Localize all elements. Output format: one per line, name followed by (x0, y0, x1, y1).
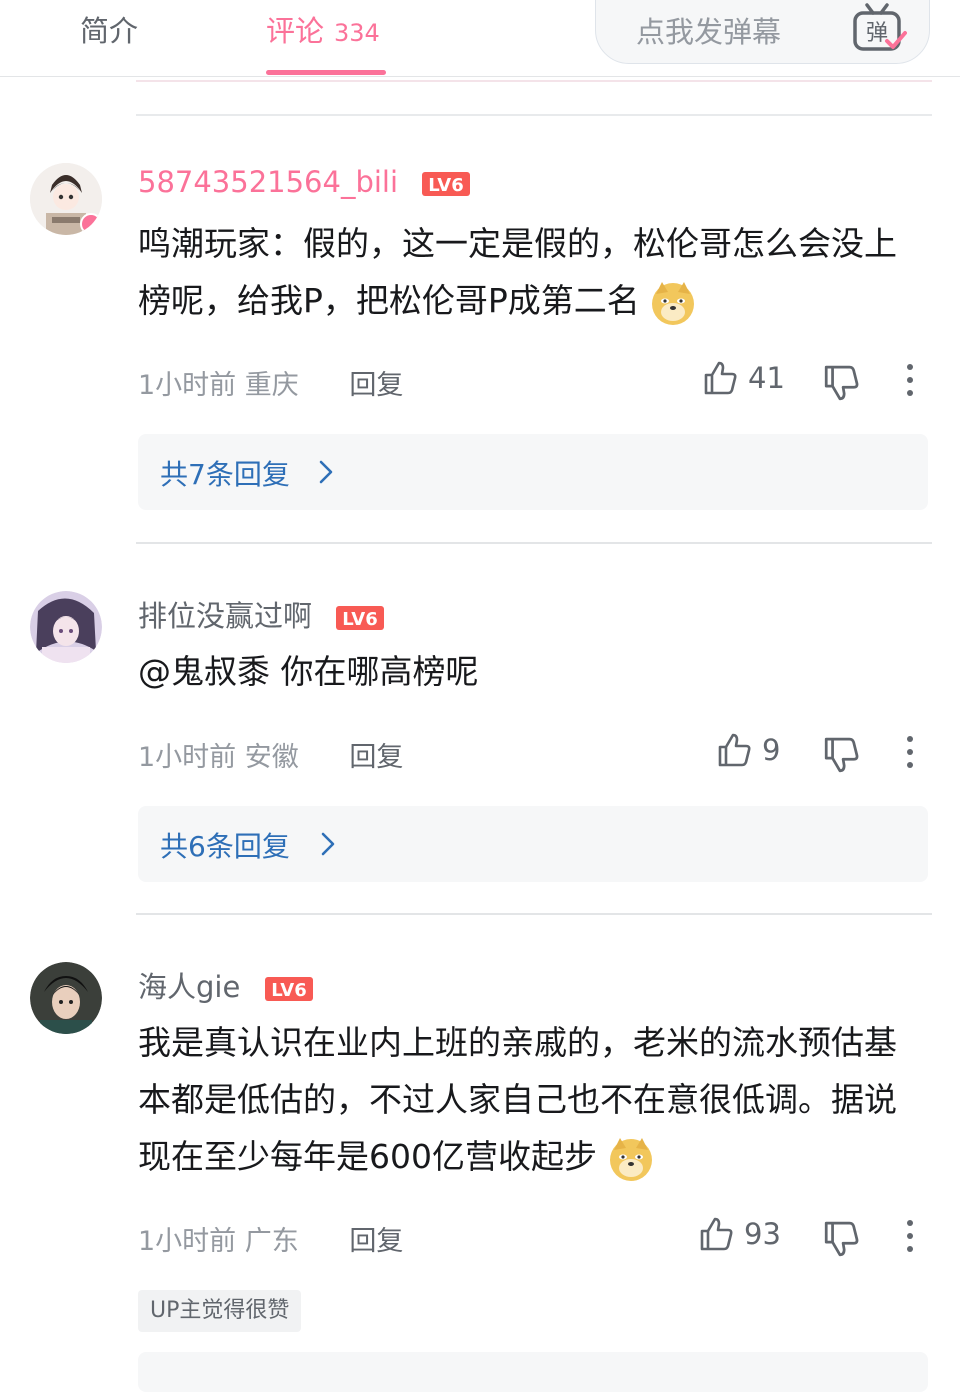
svg-text:LV6: LV6 (429, 175, 464, 196)
comment-location: 安徽 (244, 742, 299, 773)
thumbs-down-icon[interactable] (822, 1220, 860, 1258)
thumbs-up-icon (700, 1217, 733, 1251)
chevron-right-icon (321, 832, 335, 856)
like-count: 9 (762, 733, 781, 767)
danmaku-input[interactable]: 点我发弹幕 (636, 9, 781, 51)
svg-text:LV6: LV6 (343, 609, 378, 630)
danmaku-toggle-icon[interactable]: 弹 (851, 3, 907, 53)
username-text: 58743521564_bili (138, 165, 399, 199)
replies-preview-box[interactable] (138, 1352, 928, 1392)
username-text: 排位没赢过啊 (138, 599, 313, 633)
comment-meta: 1小时前 重庆 回复 (138, 363, 403, 402)
chevron-right-icon (319, 460, 333, 484)
avatar[interactable] (30, 163, 102, 235)
avatar-image (30, 962, 102, 1034)
comment-time: 1小时前 (138, 370, 237, 401)
comment-divider (136, 913, 932, 915)
view-replies-button[interactable]: 共6条回复 (138, 806, 928, 882)
comment-content: 我是真认识在业内上班的亲戚的，老米的流水预估基本都是低估的，不过人家自己也不在意… (138, 1014, 918, 1185)
comment-content: @鬼叔黍 你在哪高榜呢 (138, 643, 918, 700)
level-badge-icon: LV6 (422, 172, 471, 196)
avatar-image (30, 591, 102, 663)
level-badge-icon: LV6 (264, 977, 313, 1001)
like-button[interactable]: 41 (702, 360, 785, 396)
comment-divider (136, 114, 932, 116)
svg-text:弹: 弹 (866, 21, 888, 46)
comment-meta: 1小时前 安徽 回复 (138, 735, 403, 774)
comment-location: 重庆 (244, 370, 299, 401)
comment-text: 鸣潮玩家：假的，这一定是假的，松伦哥怎么会没上榜呢，给我P，把松伦哥P成第二名 (138, 224, 897, 320)
comment-time: 1小时前 (138, 1226, 237, 1257)
replies-summary: 共7条回复 (160, 458, 290, 491)
doge-emoji-icon (652, 281, 695, 325)
up-liked-badge: UP主觉得很赞 (138, 1290, 302, 1332)
vip-badge-icon (80, 213, 102, 235)
comment-text: 我是真认识在业内上班的亲戚的，老米的流水预估基本都是低估的，不过人家自己也不在意… (138, 1023, 897, 1176)
top-tab-bar: 简介 评论 334 点我发弹幕 弹 (0, 0, 960, 77)
doge-emoji-icon (609, 1137, 652, 1181)
comment-username[interactable]: 海人gie LV6 (138, 964, 314, 1006)
reply-button[interactable]: 回复 (349, 742, 403, 773)
thumbs-up-icon (704, 361, 737, 395)
thumbs-up-icon (718, 733, 751, 767)
reply-button[interactable]: 回复 (349, 1226, 403, 1257)
like-count: 41 (748, 361, 785, 395)
thumbs-down-icon[interactable] (822, 736, 860, 774)
comment-location: 广东 (244, 1226, 299, 1257)
tab-intro[interactable]: 简介 (80, 8, 138, 50)
avatar[interactable] (30, 591, 102, 663)
faint-divider (136, 80, 932, 82)
like-button[interactable]: 9 (716, 732, 780, 768)
like-count: 93 (744, 1217, 781, 1251)
more-options-icon[interactable] (902, 362, 918, 398)
level-badge-icon: LV6 (336, 606, 385, 630)
svg-text:LV6: LV6 (271, 980, 306, 1001)
avatar[interactable] (30, 962, 102, 1034)
username-text: 海人gie (138, 970, 241, 1004)
comment-username[interactable]: 58743521564_bili LV6 (138, 165, 471, 199)
comment-divider (136, 542, 932, 544)
tab-comments-label: 评论 (266, 14, 325, 48)
reply-button[interactable]: 回复 (349, 370, 403, 401)
thumbs-down-icon[interactable] (822, 364, 860, 402)
more-options-icon[interactable] (902, 734, 918, 770)
comment-username[interactable]: 排位没赢过啊 LV6 (138, 593, 385, 635)
comment-text: @鬼叔黍 你在哪高榜呢 (138, 652, 479, 691)
like-button[interactable]: 93 (698, 1216, 781, 1252)
comment-content: 鸣潮玩家：假的，这一定是假的，松伦哥怎么会没上榜呢，给我P，把松伦哥P成第二名 (138, 215, 918, 329)
active-tab-indicator (266, 70, 386, 75)
comment-meta: 1小时前 广东 回复 (138, 1219, 403, 1258)
comments-count: 334 (334, 19, 380, 47)
replies-summary: 共6条回复 (160, 830, 290, 863)
comment-time: 1小时前 (138, 742, 237, 773)
danmaku-input-box[interactable]: 点我发弹幕 弹 (595, 0, 930, 64)
tab-comments[interactable]: 评论 334 (266, 8, 380, 50)
view-replies-button[interactable]: 共7条回复 (138, 434, 928, 510)
more-options-icon[interactable] (902, 1218, 918, 1254)
